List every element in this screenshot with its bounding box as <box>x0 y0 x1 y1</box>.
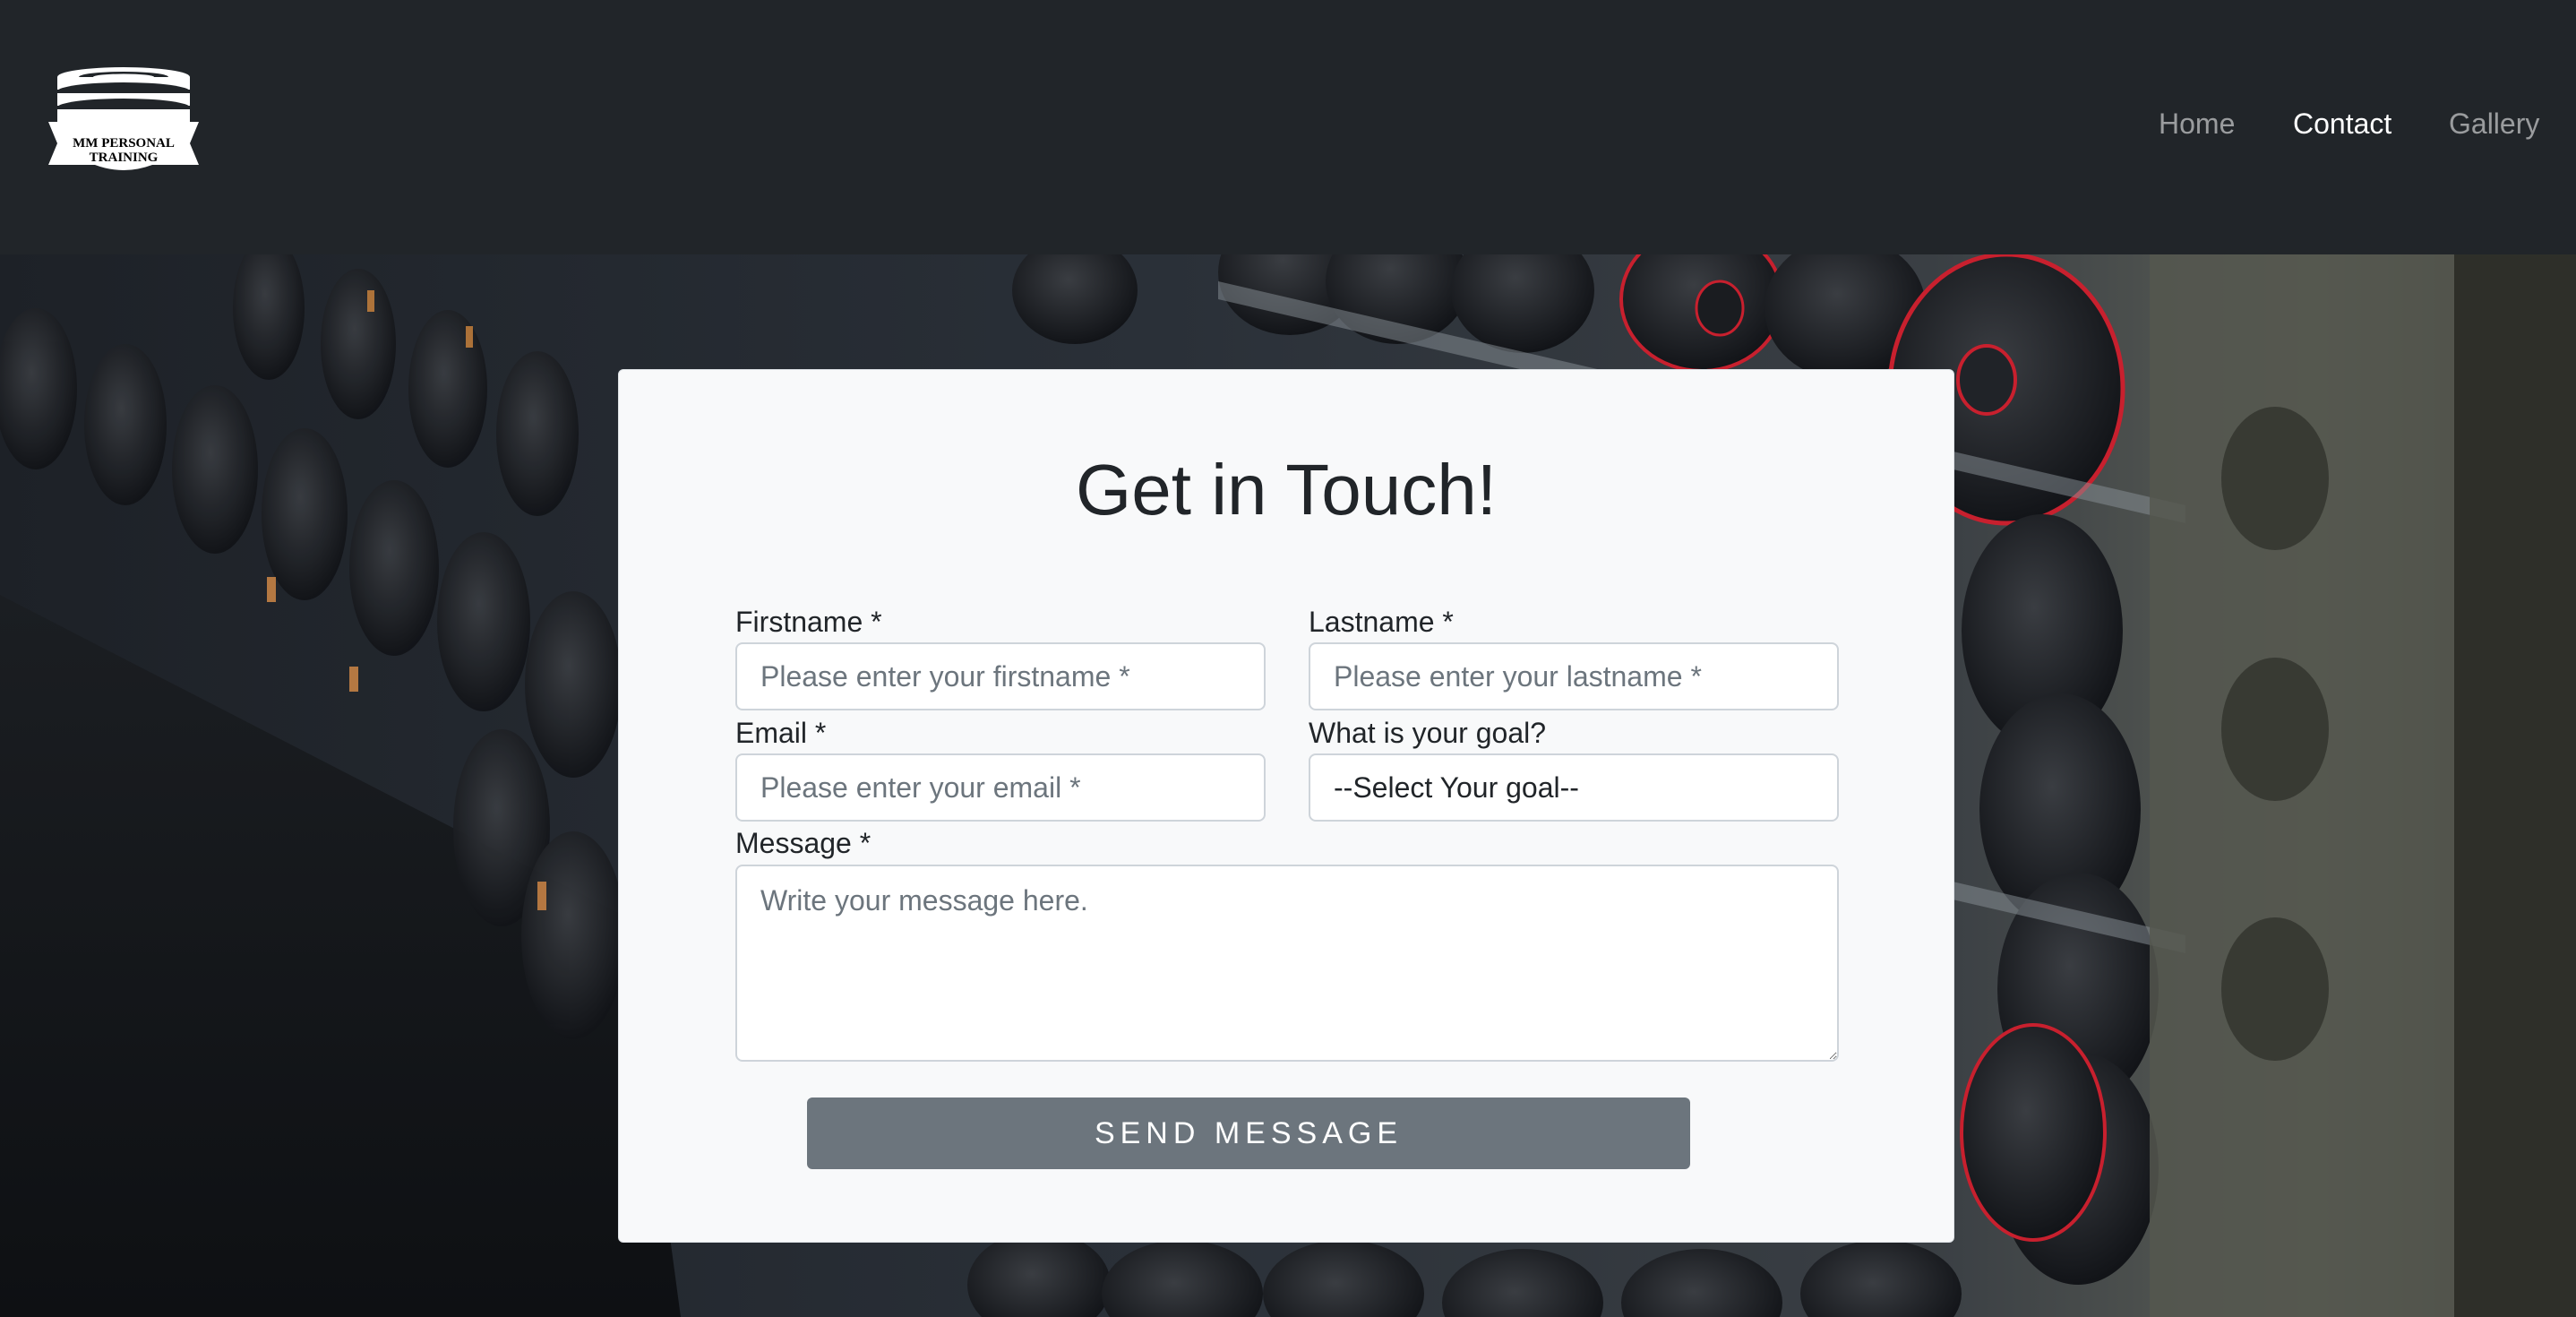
email-label: Email * <box>735 717 827 749</box>
message-textarea[interactable] <box>735 865 1839 1062</box>
nav-link-gallery[interactable]: Gallery <box>2449 106 2539 142</box>
message-label: Message * <box>735 827 872 859</box>
lastname-input[interactable] <box>1309 642 1839 710</box>
page-title: Get in Touch! <box>1076 450 1497 529</box>
nav-link-home[interactable]: Home <box>2159 106 2235 142</box>
goal-selected-value: --Select Your goal-- <box>1334 771 1579 804</box>
lastname-label: Lastname * <box>1309 606 1454 638</box>
goal-label: What is your goal? <box>1309 717 1547 749</box>
send-message-button[interactable]: SEND MESSAGE <box>807 1098 1690 1169</box>
firstname-label: Firstname * <box>735 606 882 638</box>
navbar: MM PERSONAL TRAINING Home Contact Galler… <box>0 0 2576 254</box>
goal-select[interactable]: --Select Your goal-- <box>1309 753 1839 822</box>
email-input[interactable] <box>735 753 1266 822</box>
logo-text-line1: MM PERSONAL <box>73 136 175 151</box>
logo-text-line2: TRAINING <box>90 151 159 165</box>
nav-link-contact[interactable]: Contact <box>2293 106 2391 142</box>
brand-logo[interactable]: MM PERSONAL TRAINING <box>47 66 201 176</box>
contact-form-card: Get in Touch! Firstname * Lastname * Ema… <box>618 369 1954 1243</box>
firstname-input[interactable] <box>735 642 1266 710</box>
weight-plate-logo-icon: MM PERSONAL TRAINING <box>48 67 199 170</box>
